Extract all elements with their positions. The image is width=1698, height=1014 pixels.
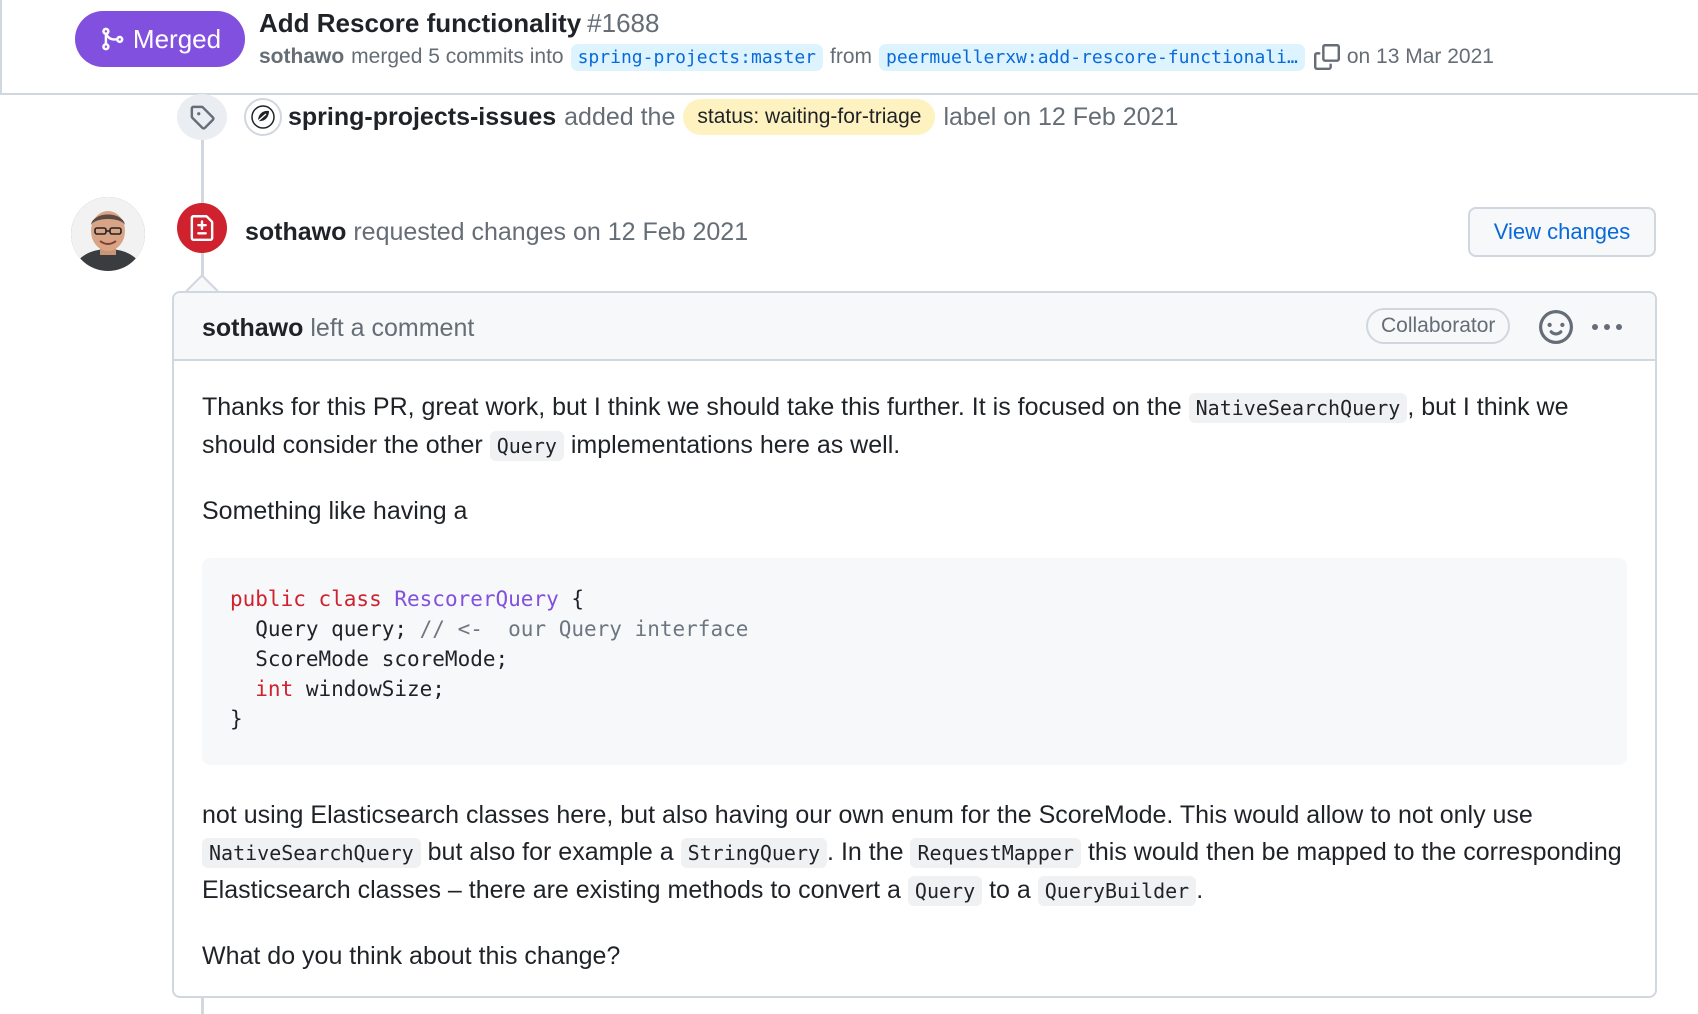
label-event-action: added the [564,102,676,131]
inline-code: NativeSearchQuery [1188,393,1408,423]
pr-merge-date: on 13 Mar 2021 [1346,45,1494,68]
code-comment: // <- our Query interface [407,617,749,641]
inline-code: StringQuery [680,838,828,868]
code-text: { [558,587,585,611]
comment-author[interactable]: sothawo [202,314,303,342]
git-merge-icon [102,27,124,51]
label-event-suffix: label on 12 Feb 2021 [943,102,1179,131]
comment-author-line: sothawo left a comment [202,314,474,343]
code-block: public class RescorerQuery { Query query… [202,558,1627,765]
spring-leaf-icon [251,105,275,129]
p3-text-c: . In the [827,838,904,866]
changes-requested-badge [177,203,227,253]
code-text: } [230,707,243,731]
view-changes-button[interactable]: View changes [1468,207,1656,257]
copy-icon[interactable] [1313,43,1340,71]
head-branch[interactable]: peermuellerxw:add-rescore-functionali… [879,43,1305,71]
p3-text-e: to a [989,876,1031,904]
reviewer-avatar[interactable] [71,197,145,271]
file-diff-icon [190,215,214,241]
inline-code: Query [907,876,983,906]
p3-text-b: but also for example a [427,838,674,866]
review-comment: sothawo left a comment Collaborator Than… [172,291,1657,998]
review-event-action: requested changes on 12 Feb 2021 [353,218,749,246]
tag-event-badge [177,94,227,140]
avatar-photo [71,197,145,271]
code-keyword: int [230,677,294,701]
comment-action: left a comment [310,314,475,342]
inline-code: NativeSearchQuery [202,838,421,868]
pr-header: Merged Add Rescore functionality #1688 so… [0,0,1698,95]
review-event-text: sothawo requested changes on 12 Feb 2021 [245,218,748,247]
label-event-actor[interactable]: spring-projects-issues [288,103,556,132]
p3-text-a: not using Elasticsearch classes here, bu… [202,801,1533,829]
pr-number: #1688 [587,8,660,38]
comment-header: sothawo left a comment Collaborator [174,293,1655,361]
pr-title-text: Add Rescore functionality [259,8,582,38]
code-class-name: RescorerQuery [394,587,559,611]
collaborator-badge: Collaborator [1366,308,1511,344]
pr-meta-action: merged 5 commits into [351,45,564,68]
comment-body: Thanks for this PR, great work, but I th… [174,361,1655,975]
inline-code: QueryBuilder [1037,876,1197,906]
label-event-text: spring-projects-issues added the status:… [288,99,1178,135]
base-branch[interactable]: spring-projects:master [570,43,824,71]
pr-meta: sothawo merged 5 commits into spring-pro… [259,43,1494,71]
code-text: windowSize; [293,677,445,701]
add-reaction-icon[interactable] [1539,310,1573,344]
status-label-chip[interactable]: status: waiting-for-triage [683,99,936,135]
p1-text-a: Thanks for this PR, great work, but I th… [202,393,1182,421]
code-keyword: public class [230,587,382,611]
merged-badge-label: Merged [132,23,222,54]
tag-icon [190,105,215,130]
inline-code: RequestMapper [910,838,1081,868]
bot-avatar[interactable] [244,98,282,136]
code-text: Query query; [230,617,408,641]
comment-paragraph-4: What do you think about this change? [202,942,621,970]
comment-paragraph-2: Something like having a [202,497,468,525]
more-options-icon[interactable] [1587,313,1627,341]
reviewer-name[interactable]: sothawo [245,218,346,246]
code-text: ScoreMode scoreMode; [230,647,509,671]
p1-text-c: implementations here as well. [570,431,901,459]
comment-paragraph-3: not using Elasticsearch classes here, bu… [202,797,1627,910]
label-event: spring-projects-issues added the status:… [177,94,1178,140]
pr-title: Add Rescore functionality #1688 [259,8,659,39]
merged-state-badge: Merged [75,11,245,67]
p3-text-f: . [1196,876,1204,904]
inline-code: Query [489,431,564,461]
comment-paragraph-1: Thanks for this PR, great work, but I th… [202,389,1627,465]
pr-meta-from: from [830,45,873,68]
pr-merger-link[interactable]: sothawo [259,45,344,69]
